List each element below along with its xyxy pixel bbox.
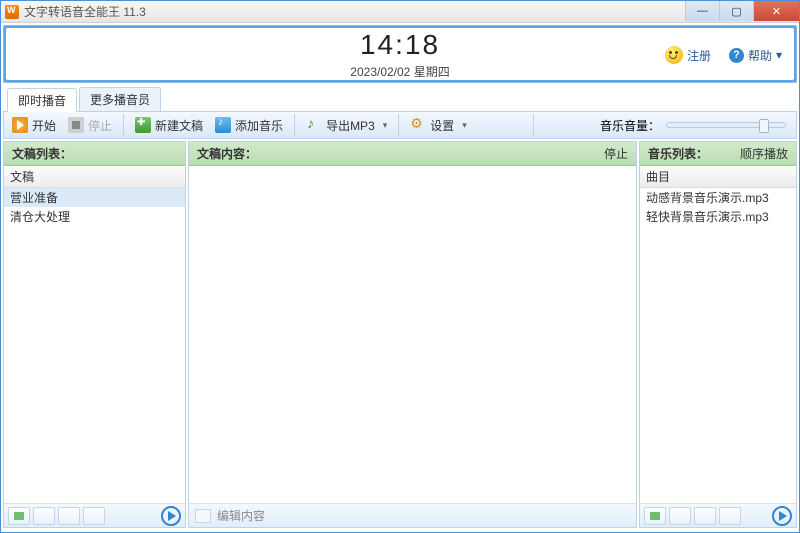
- music-list-footer: [640, 503, 796, 527]
- doc-list-header: 文稿列表：: [4, 142, 185, 166]
- export-mp3-button[interactable]: 导出MP3 ▾: [300, 115, 393, 136]
- music-up-button[interactable]: [694, 507, 716, 525]
- clock-display: 14:18: [360, 29, 440, 61]
- window-controls: — ▢ ✕: [685, 1, 799, 21]
- tab-instant-broadcast[interactable]: 即时播音: [7, 88, 77, 112]
- doc-remove-button[interactable]: [33, 507, 55, 525]
- header-band: 14:18 2023/02/02 星期四 注册 ? 帮助 ▾: [3, 25, 797, 83]
- settings-label: 设置: [430, 117, 454, 134]
- doc-list-item[interactable]: 营业准备: [4, 188, 185, 207]
- add-music-button[interactable]: 添加音乐: [209, 115, 289, 136]
- music-column-header: 曲目: [640, 166, 796, 188]
- doc-list-body: 营业准备 清仓大处理: [4, 188, 185, 503]
- slider-thumb[interactable]: [759, 119, 769, 133]
- music-remove-button[interactable]: [669, 507, 691, 525]
- tab-bar: 即时播音 更多播音员: [3, 87, 797, 112]
- start-label: 开始: [32, 117, 56, 134]
- register-link[interactable]: 注册: [665, 46, 711, 64]
- minimize-button[interactable]: —: [685, 1, 719, 21]
- app-icon: [5, 5, 19, 19]
- edit-icon: [195, 509, 211, 523]
- play-icon: [12, 117, 28, 133]
- date-display: 2023/02/02 星期四: [350, 63, 449, 80]
- separator: [398, 114, 399, 136]
- export-label: 导出MP3: [326, 117, 375, 134]
- titlebar: 文字转语音全能王 11.3 — ▢ ✕: [1, 1, 799, 23]
- doc-play-button[interactable]: [161, 506, 181, 526]
- edit-content-button[interactable]: 编辑内容: [217, 507, 265, 524]
- help-label: 帮助: [748, 47, 772, 64]
- music-add-button[interactable]: [644, 507, 666, 525]
- chevron-down-icon: ▾: [383, 120, 388, 131]
- separator: [294, 114, 295, 136]
- stop-label: 停止: [88, 117, 112, 134]
- tab-label: 更多播音员: [90, 93, 150, 107]
- stop-icon: [68, 117, 84, 133]
- volume-label: 音乐音量：: [600, 117, 660, 134]
- register-label: 注册: [687, 47, 711, 64]
- gear-icon: [410, 117, 426, 133]
- doc-up-button[interactable]: [58, 507, 80, 525]
- music-list-panel: 音乐列表： 顺序播放 曲目 动感背景音乐演示.mp3 轻快背景音乐演示.mp3: [639, 141, 797, 528]
- music-down-button[interactable]: [719, 507, 741, 525]
- music-list-item[interactable]: 动感背景音乐演示.mp3: [640, 188, 796, 207]
- toolbar: 开始 停止 新建文稿 添加音乐 导出MP3 ▾: [3, 111, 797, 139]
- separator: [123, 114, 124, 136]
- new-doc-label: 新建文稿: [155, 117, 203, 134]
- start-button[interactable]: 开始: [6, 115, 62, 136]
- separator: [533, 114, 534, 136]
- add-music-icon: [215, 117, 231, 133]
- content-status: 停止: [604, 145, 628, 162]
- content-header: 文稿内容： 停止: [189, 142, 636, 166]
- music-play-mode[interactable]: 顺序播放: [740, 145, 788, 162]
- tab-label: 即时播音: [18, 94, 66, 108]
- doc-column-header: 文稿: [4, 166, 185, 188]
- doc-add-button[interactable]: [8, 507, 30, 525]
- doc-list-footer: [4, 503, 185, 527]
- app-window: 文字转语音全能王 11.3 — ▢ ✕ 14:18 2023/02/02 星期四…: [0, 0, 800, 533]
- header-right: 注册 ? 帮助 ▾: [665, 46, 782, 64]
- settings-button[interactable]: 设置 ▾: [404, 115, 473, 136]
- music-list-body: 动感背景音乐演示.mp3 轻快背景音乐演示.mp3: [640, 188, 796, 503]
- content-panel: 文稿内容： 停止 编辑内容: [188, 141, 637, 528]
- volume-slider[interactable]: [666, 122, 786, 128]
- add-music-label: 添加音乐: [235, 117, 283, 134]
- new-doc-button[interactable]: 新建文稿: [129, 115, 209, 136]
- help-icon: ?: [729, 48, 744, 63]
- smiley-icon: [665, 46, 683, 64]
- chevron-down-icon: ▾: [776, 48, 782, 62]
- music-list-title: 音乐列表：: [648, 145, 708, 162]
- doc-list-panel: 文稿列表： 文稿 营业准备 清仓大处理: [3, 141, 186, 528]
- music-note-icon: [306, 117, 322, 133]
- window-title: 文字转语音全能王 11.3: [24, 3, 146, 20]
- new-doc-icon: [135, 117, 151, 133]
- work-area: 文稿列表： 文稿 营业准备 清仓大处理 文稿内容： 停止: [3, 139, 797, 530]
- help-menu[interactable]: ? 帮助 ▾: [729, 47, 782, 64]
- stop-button[interactable]: 停止: [62, 115, 118, 136]
- chevron-down-icon: ▾: [462, 120, 467, 131]
- tab-more-announcers[interactable]: 更多播音员: [79, 87, 161, 111]
- content-body[interactable]: [189, 166, 636, 503]
- close-button[interactable]: ✕: [753, 1, 799, 21]
- client-area: 14:18 2023/02/02 星期四 注册 ? 帮助 ▾ 即时播音: [1, 23, 799, 532]
- header-inner: 14:18 2023/02/02 星期四 注册 ? 帮助 ▾: [6, 28, 794, 80]
- content-title: 文稿内容：: [197, 145, 257, 162]
- doc-list-title: 文稿列表：: [12, 145, 72, 162]
- music-list-header: 音乐列表： 顺序播放: [640, 142, 796, 166]
- volume-area: 音乐音量：: [600, 117, 794, 134]
- doc-list-item[interactable]: 清仓大处理: [4, 207, 185, 226]
- content-footer: 编辑内容: [189, 503, 636, 527]
- music-play-button[interactable]: [772, 506, 792, 526]
- maximize-button[interactable]: ▢: [719, 1, 753, 21]
- music-list-item[interactable]: 轻快背景音乐演示.mp3: [640, 207, 796, 226]
- doc-down-button[interactable]: [83, 507, 105, 525]
